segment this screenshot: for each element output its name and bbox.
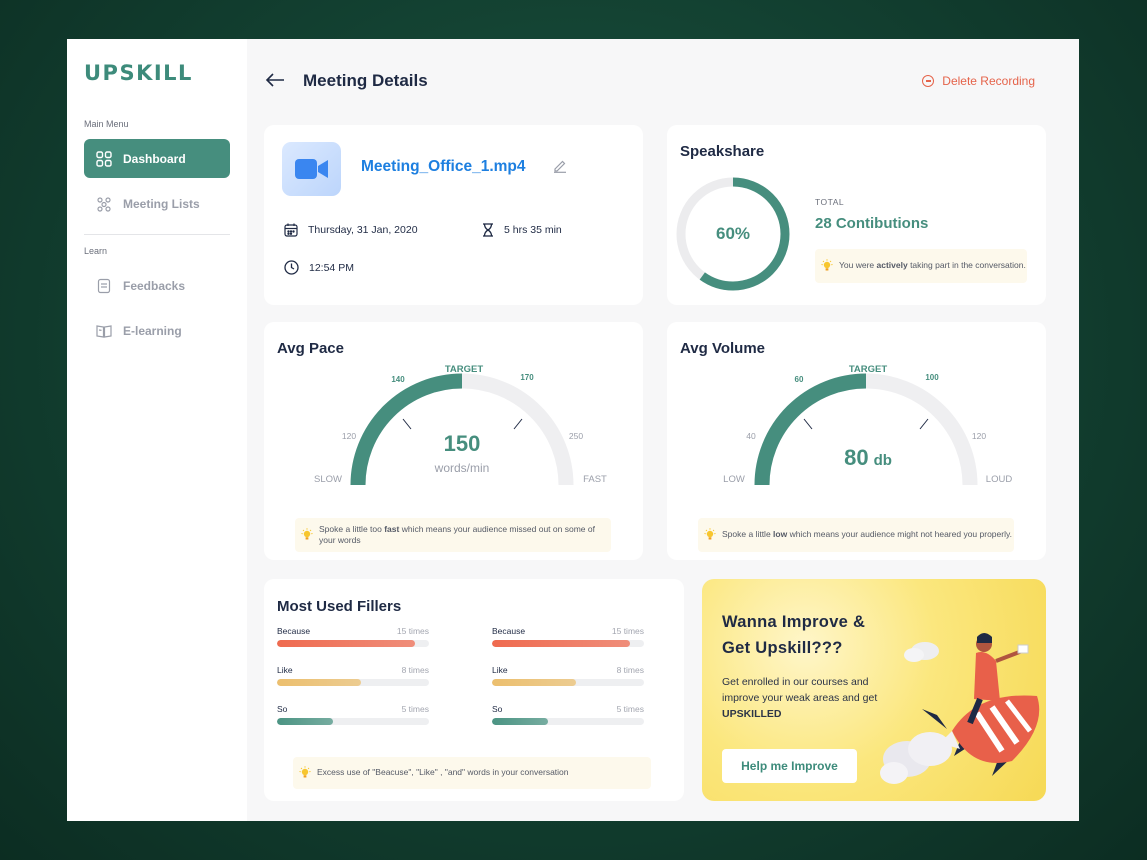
- lightbulb-icon: [295, 528, 319, 542]
- calendar-icon: [284, 223, 298, 237]
- fillers-title: Most Used Fillers: [277, 598, 402, 615]
- speakshare-title: Speakshare: [680, 143, 765, 160]
- edit-pencil-icon[interactable]: [553, 159, 567, 178]
- volume-target-label: TARGET: [849, 364, 888, 375]
- filler-row: Because 15 times: [492, 626, 644, 647]
- pace-unit: words/min: [434, 461, 490, 475]
- filler-row: Because 15 times: [277, 626, 429, 647]
- speakshare-tip-text: You were actively taking part in the con…: [839, 260, 1026, 271]
- contributions-count: 28 Contibutions: [815, 215, 929, 232]
- filler-row: So 5 times: [492, 704, 644, 725]
- volume-tick-100: 100: [925, 373, 939, 382]
- pace-tick-120: 120: [342, 431, 356, 441]
- filler-bar-fill: [492, 679, 576, 686]
- promo-card: Wanna Improve & Get Upskill??? Get enroll…: [702, 579, 1046, 801]
- lightbulb-icon: [698, 528, 722, 542]
- sidebar-item-meeting-lists[interactable]: Meeting Lists: [84, 184, 230, 223]
- fillers-tip: Excess use of "Beacuse", "Like" , "and" …: [293, 757, 651, 789]
- promo-heading: Wanna Improve & Get Upskill???: [722, 613, 866, 658]
- rocket-rider-illustration: [880, 633, 1040, 784]
- help-me-improve-button[interactable]: Help me Improve: [722, 749, 857, 783]
- filler-row: So 5 times: [277, 704, 429, 725]
- learn-heading: Learn: [84, 246, 108, 256]
- hourglass-icon: [483, 223, 493, 237]
- delete-recording-label: Delete Recording: [942, 74, 1035, 88]
- fillers-tip-text: Excess use of "Beacuse", "Like" , "and" …: [317, 767, 569, 778]
- pace-tip-text: Spoke a little too fast which means your…: [319, 523, 595, 545]
- volume-max-label: LOUD: [986, 474, 1013, 485]
- meeting-file-name[interactable]: Meeting_Office_1.mp4: [361, 158, 526, 176]
- video-file-icon: [282, 142, 341, 196]
- main-menu-heading: Main Menu: [84, 119, 129, 129]
- document-icon: [95, 277, 113, 295]
- speakshare-card: Speakshare 60% TOTAL 28 Contibutions You…: [667, 125, 1046, 305]
- avg-pace-title: Avg Pace: [277, 340, 344, 357]
- filler-bar-fill: [492, 718, 549, 725]
- meeting-duration-text: 5 hrs 35 min: [504, 224, 562, 236]
- meeting-info-card: Meeting_Office_1.mp4 Thursday, 31 Jan, 2…: [264, 125, 643, 305]
- sidebar-item-label: Feedbacks: [123, 278, 186, 293]
- filler-bar-fill: [277, 679, 361, 686]
- app-window: UPSKILL Main Menu Dashboard Meeting List…: [67, 39, 1079, 821]
- pace-value: 150: [444, 431, 481, 456]
- sidebar-item-label: Dashboard: [123, 151, 186, 166]
- sidebar-item-label: E-learning: [123, 323, 182, 338]
- volume-tip: Spoke a little low which means your audi…: [698, 518, 1014, 552]
- sidebar-item-e-learning[interactable]: E-learning: [84, 311, 230, 350]
- sidebar-item-label: Meeting Lists: [123, 196, 200, 211]
- logo: UPSKILL: [84, 61, 193, 85]
- sidebar: UPSKILL Main Menu Dashboard Meeting List…: [67, 39, 247, 821]
- lightbulb-icon: [815, 259, 839, 273]
- people-icon: [95, 195, 113, 213]
- meeting-duration: 5 hrs 35 min: [482, 223, 562, 237]
- book-icon: [95, 322, 113, 340]
- clock-icon: [284, 260, 299, 275]
- speakshare-tip: You were actively taking part in the con…: [815, 249, 1027, 283]
- pace-gauge: TARGET 140 170 120 250 SLOW FAST 150 wor…: [314, 364, 607, 486]
- avg-pace-card: Avg Pace TARGET 140 170 120 250 SLOW FAS…: [264, 322, 643, 560]
- minus-circle-icon: [922, 75, 935, 87]
- volume-tick-40: 40: [746, 431, 756, 441]
- volume-gauge: TARGET 60 100 40 120 LOW LOUD 80 db: [723, 364, 1013, 486]
- page-title: Meeting Details: [303, 71, 428, 90]
- pace-tick-140: 140: [391, 375, 405, 384]
- meeting-time: 12:54 PM: [284, 260, 354, 275]
- avg-volume-title: Avg Volume: [680, 340, 766, 357]
- speakshare-percent: 60%: [715, 224, 751, 243]
- fillers-card: Most Used Fillers Because 15 times Like 8 …: [264, 579, 684, 801]
- meeting-date: Thursday, 31 Jan, 2020: [284, 223, 418, 237]
- pace-tick-250: 250: [569, 431, 583, 441]
- filler-row: Like 8 times: [277, 665, 429, 686]
- grid-icon: [95, 150, 113, 168]
- filler-bar-fill: [277, 718, 334, 725]
- filler-row: Like 8 times: [492, 665, 644, 686]
- delete-recording-button[interactable]: Delete Recording: [922, 74, 1035, 88]
- meeting-time-text: 12:54 PM: [309, 261, 354, 274]
- lightbulb-icon: [293, 766, 317, 780]
- page-header: Meeting Details Delete Recording: [265, 71, 1035, 91]
- volume-tick-120: 120: [972, 431, 986, 441]
- total-label: TOTAL: [815, 197, 845, 207]
- avg-volume-card: Avg Volume TARGET 60 100 40 120 LOW LOUD…: [667, 322, 1046, 560]
- pace-target-label: TARGET: [445, 364, 484, 375]
- volume-tip-text: Spoke a little low which means your audi…: [722, 529, 1012, 540]
- volume-tick-60: 60: [795, 375, 804, 384]
- sidebar-divider: [84, 234, 230, 235]
- pace-min-label: SLOW: [314, 474, 342, 485]
- meeting-date-text: Thursday, 31 Jan, 2020: [308, 224, 418, 236]
- sidebar-item-feedbacks[interactable]: Feedbacks: [84, 266, 230, 305]
- volume-value: 80 db: [844, 445, 892, 470]
- pace-max-label: FAST: [583, 474, 607, 485]
- filler-bar-fill: [492, 640, 631, 647]
- back-arrow-icon[interactable]: [265, 71, 285, 91]
- pace-tick-170: 170: [520, 373, 534, 382]
- pace-tip: Spoke a little too fast which means your…: [295, 518, 611, 552]
- main-content: Meeting Details Delete Recording Meeting…: [247, 39, 1079, 821]
- filler-bar-fill: [277, 640, 416, 647]
- volume-min-label: LOW: [723, 474, 745, 485]
- sidebar-item-dashboard[interactable]: Dashboard: [84, 139, 230, 178]
